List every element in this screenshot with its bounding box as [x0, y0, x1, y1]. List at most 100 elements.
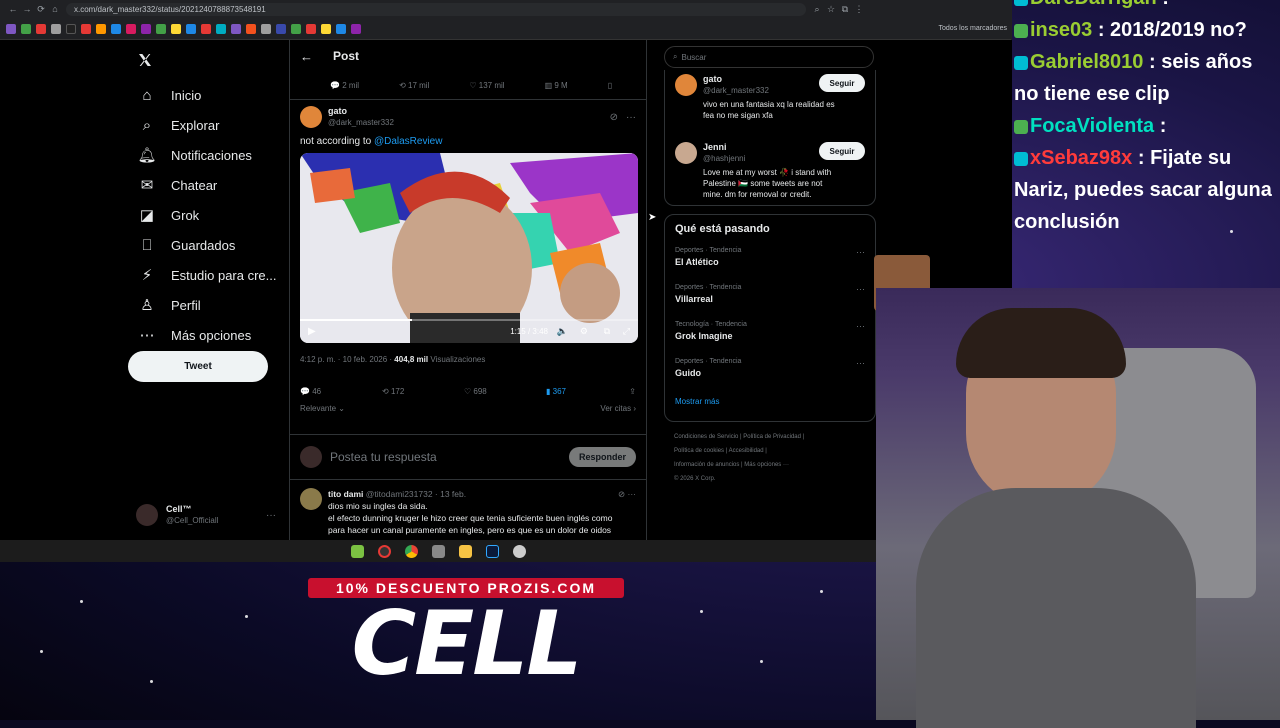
bookmark-icon[interactable]: [231, 23, 241, 34]
play-icon[interactable]: ▶: [308, 326, 316, 337]
bookmark-icon[interactable]: [321, 23, 331, 34]
avatar[interactable]: [300, 488, 322, 510]
bookmark-icon[interactable]: ▯: [608, 81, 612, 90]
volume-icon[interactable]: 🔈: [557, 326, 568, 337]
bookmark-icon[interactable]: [291, 23, 301, 34]
nav-item-estudio-para-cre-[interactable]: ⚡︎ Estudio para cre...: [128, 260, 288, 290]
trend-item[interactable]: Deportes · Tendencia Guido ···: [665, 356, 875, 393]
back-icon[interactable]: ←: [6, 4, 20, 14]
bookmark-icon[interactable]: [126, 23, 136, 34]
bookmark-icon[interactable]: [276, 23, 286, 34]
extensions-icon[interactable]: ⧉: [838, 4, 852, 15]
suggestion-name[interactable]: Jenni: [703, 142, 813, 153]
folder-icon[interactable]: [458, 544, 472, 558]
like-button[interactable]: ♡ 698: [464, 387, 546, 396]
follow-suggestion[interactable]: Jenni @hashjenni Love me at my worst 🥀 i s…: [675, 132, 865, 204]
suggestion-handle[interactable]: @hashjenni: [703, 153, 813, 164]
bookmark-icon[interactable]: [201, 23, 211, 34]
show-more-link[interactable]: Mostrar más: [665, 393, 875, 410]
all-bookmarks-label[interactable]: Todos los marcadores: [939, 25, 1011, 32]
nav-item-notificaciones[interactable]: 🔔︎ Notificaciones: [128, 140, 288, 170]
bookmark-icon[interactable]: [351, 23, 361, 34]
reload-icon[interactable]: ⟳: [34, 4, 48, 15]
bookmark-icon[interactable]: [186, 23, 196, 34]
nav-item-inicio[interactable]: ⌂ Inicio: [128, 80, 288, 110]
mention-link[interactable]: @DalasReview: [374, 136, 443, 147]
bookmark-icon[interactable]: [111, 23, 121, 34]
repost-button[interactable]: ⟲ 17 mil: [399, 81, 429, 90]
footer-line[interactable]: Condiciones de Servicio | Política de Pr…: [674, 430, 866, 444]
video-player[interactable]: ▶ 1:15 / 3:48 🔈 ⚙ ⧉ ⤢: [300, 153, 638, 343]
bookmark-icon[interactable]: [246, 23, 256, 34]
share-icon[interactable]: ⇪: [629, 387, 636, 396]
grok-icon[interactable]: ⊘: [610, 112, 618, 123]
author-handle[interactable]: @dark_master332: [328, 117, 394, 128]
bookmark-icon[interactable]: [36, 23, 46, 34]
more-icon[interactable]: ···: [856, 321, 865, 331]
bookmark-icon[interactable]: [21, 23, 31, 34]
app-icon[interactable]: [431, 544, 445, 558]
sort-dropdown[interactable]: Relevante ⌄: [300, 404, 345, 413]
app-icon[interactable]: [377, 544, 391, 558]
more-icon[interactable]: ···: [266, 510, 276, 521]
author-name[interactable]: gato: [328, 106, 394, 117]
view-quotes-link[interactable]: Ver citas ›: [600, 404, 636, 413]
chrome-icon[interactable]: [404, 544, 418, 558]
video-progress-track[interactable]: [300, 319, 638, 321]
menu-icon[interactable]: ⋮: [852, 4, 866, 15]
bookmark-icon[interactable]: [51, 23, 61, 34]
tweet-button[interactable]: Tweet: [128, 351, 268, 382]
follow-suggestion[interactable]: gato @dark_master332 vivo en una fantasia …: [675, 70, 865, 132]
reply-button[interactable]: Responder: [568, 447, 636, 467]
reply-author[interactable]: tito dami: [328, 489, 363, 499]
fullscreen-icon[interactable]: ⤢: [623, 326, 630, 337]
suggestion-name[interactable]: gato: [703, 74, 813, 85]
photoshop-icon[interactable]: [485, 544, 499, 558]
bookmark-icon[interactable]: [96, 23, 106, 34]
home-icon[interactable]: ⌂: [48, 4, 62, 14]
repost-button[interactable]: ⟲ 172: [382, 387, 464, 396]
tweet-timestamp[interactable]: 4:12 p. m. · 10 feb. 2026 ·: [300, 355, 392, 364]
views-button[interactable]: ▥ 9 M: [545, 81, 568, 90]
trend-item[interactable]: Tecnología · Tendencia Grok Imagine ···: [665, 319, 875, 356]
bookmark-icon[interactable]: [156, 23, 166, 34]
nav-item-explorar[interactable]: ⌕ Explorar: [128, 110, 288, 140]
like-button[interactable]: ♡ 137 mil: [469, 81, 504, 90]
trend-item[interactable]: Deportes · Tendencia El Atlético ···: [665, 245, 875, 282]
reply-handle[interactable]: @titodami231732 · 13 feb.: [366, 489, 466, 499]
app-icon[interactable]: [350, 544, 364, 558]
nav-item-más-opciones[interactable]: ⋯ Más opciones: [128, 320, 288, 350]
star-icon[interactable]: ☆: [824, 4, 838, 15]
x-logo-icon[interactable]: [128, 40, 288, 80]
settings-icon[interactable]: ⚙: [580, 326, 588, 337]
search-input[interactable]: ⌕ Buscar: [664, 46, 874, 68]
account-switcher[interactable]: Cell™ @Cell_Officiall ···: [136, 500, 276, 530]
zoom-icon[interactable]: ⌕: [810, 4, 824, 15]
follow-button[interactable]: Seguir: [819, 142, 865, 160]
suggestion-handle[interactable]: @dark_master332: [703, 85, 813, 96]
nav-item-guardados[interactable]: ⎕ Guardados: [128, 230, 288, 260]
bookmark-icon[interactable]: [81, 23, 91, 34]
bookmark-icon[interactable]: [6, 23, 16, 34]
avatar[interactable]: [300, 106, 322, 128]
app-icon[interactable]: [512, 544, 526, 558]
back-arrow-icon[interactable]: ←: [300, 49, 313, 64]
bookmark-icon[interactable]: [66, 23, 76, 34]
bookmark-icon[interactable]: [336, 23, 346, 34]
more-icon[interactable]: ···: [856, 247, 865, 257]
more-icon[interactable]: ···: [856, 358, 865, 368]
reply-button[interactable]: 💬 46: [300, 387, 382, 396]
bookmark-icon[interactable]: [171, 23, 181, 34]
follow-button[interactable]: Seguir: [819, 74, 865, 92]
pip-icon[interactable]: ⧉: [604, 326, 610, 337]
footer-line[interactable]: Política de cookies | Accesibilidad |: [674, 444, 866, 458]
avatar[interactable]: [675, 142, 697, 164]
avatar[interactable]: [675, 74, 697, 96]
more-icon[interactable]: ⊘ ···: [618, 488, 636, 500]
footer-line[interactable]: Información de anuncios | Más opciones ·…: [674, 458, 866, 472]
bookmark-icon[interactable]: [306, 23, 316, 34]
trend-item[interactable]: Deportes · Tendencia Villarreal ···: [665, 282, 875, 319]
bookmark-icon[interactable]: [261, 23, 271, 34]
url-input[interactable]: x.com/dark_master332/status/202124078887…: [66, 2, 806, 16]
nav-item-chatear[interactable]: ✉ Chatear: [128, 170, 288, 200]
